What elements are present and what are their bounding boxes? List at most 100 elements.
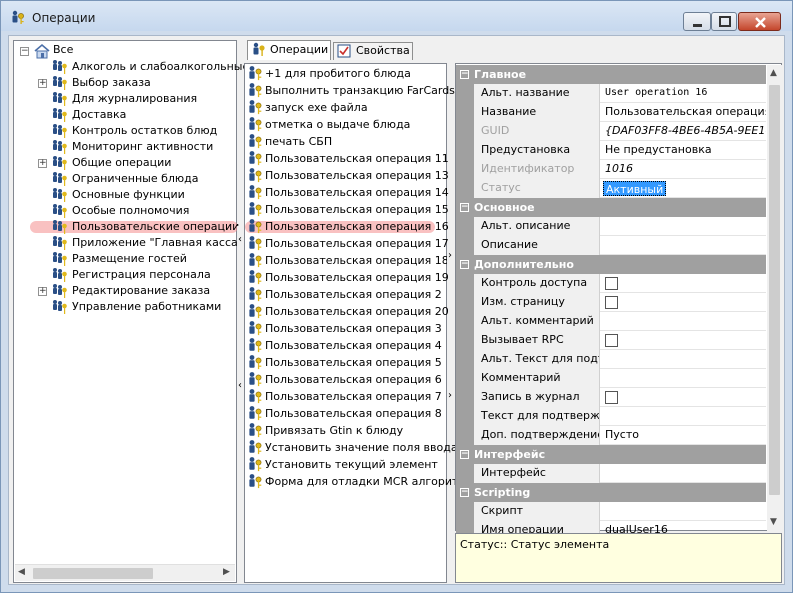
property-value-cell[interactable]: Пользовательская операция 16 [601,103,766,122]
tree-item[interactable]: + Общие операции [14,155,236,171]
category-collapse-icon[interactable]: − [460,70,469,79]
property-value[interactable]: User operation 16 [605,87,707,98]
property-row[interactable]: Текст для подтвержде [456,407,766,426]
property-checkbox[interactable] [605,391,618,404]
property-value[interactable]: Не предустановка [605,143,712,156]
property-checkbox[interactable] [605,296,618,309]
property-row[interactable]: Альт. Текст для подтве [456,350,766,369]
tree-item[interactable]: + Редактирование заказа [14,283,236,299]
property-value-cell[interactable] [601,217,766,236]
property-checkbox[interactable] [605,334,618,347]
property-value-cell[interactable] [601,312,766,331]
operation-item[interactable]: Пользовательская операция 13 [247,167,449,184]
operation-item[interactable]: Пользовательская операция 15 [247,201,449,218]
operation-item[interactable]: Пользовательская операция 18 [247,252,449,269]
operation-item[interactable]: Установить значение поля ввода [247,439,458,456]
property-row[interactable]: Доп. подтверждение Пусто [456,426,766,445]
operation-item[interactable]: Пользовательская операция 3 [247,320,445,337]
property-vertical-scrollbar[interactable]: ▲ ▼ [767,65,782,531]
property-grid[interactable]: − Главное Альт. название User operation 16 Н… [455,63,782,540]
property-value-cell[interactable] [601,407,766,426]
tree-root-label[interactable]: Все [53,43,73,56]
tree-scroll-thumb[interactable] [33,568,153,579]
property-row[interactable]: Комментарий [456,369,766,388]
property-value-cell[interactable] [601,502,766,521]
tree-item[interactable]: Алкоголь и слабоалкогольные [14,59,249,75]
tree-item[interactable]: Особые полномочия [14,203,236,219]
property-scroll-thumb[interactable] [769,85,780,495]
property-value-cell[interactable] [601,274,766,293]
tree-root-collapse[interactable]: − [20,47,29,56]
operation-item[interactable]: Пользовательская операция 6 [247,371,445,388]
property-row[interactable]: Альт. название User operation 16 [456,84,766,103]
operation-item[interactable]: +1 для пробитого блюда [247,65,445,82]
operation-item[interactable]: Пользовательская операция 17 [247,235,449,252]
tree-item[interactable]: Регистрация персонала [14,267,236,283]
property-value-cell[interactable] [601,236,766,255]
property-value-cell[interactable]: Активный [601,179,766,198]
operation-item[interactable]: Пользовательская операция 20 [247,303,449,320]
tree-item[interactable]: Доставка [14,107,236,123]
tab-operations[interactable]: Операции [247,40,331,60]
tree-item[interactable]: Основные функции [14,187,236,203]
operation-item[interactable]: Привязать Gtin к блюду [247,422,445,439]
property-row[interactable]: Скрипт [456,502,766,521]
tree-item[interactable]: Для журналирования [14,91,236,107]
property-checkbox[interactable] [605,277,618,290]
tree-item[interactable]: Приложение "Главная касса" [14,235,243,251]
property-value-cell[interactable]: Пусто [601,426,766,445]
category-collapse-icon[interactable]: − [460,260,469,269]
tree-item[interactable]: Управление работниками [14,299,236,315]
operation-item[interactable]: Пользовательская операция 7 [247,388,445,405]
operations-list[interactable]: +1 для пробитого блюда Выполнить транзакц… [244,63,474,583]
scroll-right-icon[interactable]: ▶ [223,567,230,577]
close-button[interactable] [738,12,781,31]
tree-item[interactable]: Размещение гостей [14,251,236,267]
expand-right-icon[interactable]: › [448,250,452,261]
property-row[interactable]: Интерфейс [456,464,766,483]
operation-item[interactable]: Пользовательская операция 11 [247,150,449,167]
operation-item[interactable]: Выполнить транзакцию FarCards (П, [247,82,474,99]
scroll-down-icon[interactable]: ▼ [770,517,777,527]
tab-properties[interactable]: Свойства [333,42,413,60]
tree-expand-toggle[interactable]: + [38,79,47,88]
property-value-cell[interactable] [601,388,766,407]
property-value[interactable]: Пользовательская операция 16 [605,105,766,118]
operation-item[interactable]: Пользовательская операция 8 [247,405,445,422]
right-splitter-lower[interactable]: › [447,386,455,406]
tree-expand-toggle[interactable]: + [38,287,47,296]
tree-expand-toggle[interactable]: + [38,159,47,168]
title-bar[interactable]: Операции [1,1,792,31]
property-row[interactable]: Альт. описание [456,217,766,236]
category-collapse-icon[interactable]: − [460,203,469,212]
operation-item[interactable]: запуск exe файла [247,99,445,116]
tree-item[interactable]: Ограниченные блюда [14,171,236,187]
operation-item[interactable]: Пользовательская операция 2 [247,286,445,303]
collapse-list-icon[interactable]: ‹ [238,380,242,391]
category-interface[interactable]: − Интерфейс [456,445,766,464]
scroll-up-icon[interactable]: ▲ [770,68,777,78]
property-value-cell[interactable] [601,293,766,312]
property-value-cell[interactable]: User operation 16 [601,84,766,103]
property-row[interactable]: Идентификатор 1016 [456,160,766,179]
status-value-selected[interactable]: Активный [603,181,667,196]
operation-item[interactable]: Пользовательская операция 14 [247,184,449,201]
tree-item[interactable]: Пользовательские операции [14,219,239,235]
property-row[interactable]: Контроль доступа [456,274,766,293]
operation-item[interactable]: Пользовательская операция 5 [247,354,445,371]
property-row[interactable]: Описание [456,236,766,255]
category-tree[interactable]: − Все Алкоголь и слабоалкогольные + Выбор … [13,40,249,583]
property-value-cell[interactable] [601,369,766,388]
operation-item[interactable]: Пользовательская операция 16 [247,218,449,235]
property-value[interactable]: Пусто [605,428,639,441]
category-collapse-icon[interactable]: − [460,488,469,497]
expand-properties-icon[interactable]: › [448,390,452,401]
property-value-cell[interactable]: 1016 [601,160,766,179]
property-row[interactable]: GUID {DAF03FF8-4BE6-4B5A-9EE1-5BL [456,122,766,141]
property-row[interactable]: Название Пользовательская операция 16 [456,103,766,122]
tree-item[interactable]: Контроль остатков блюд [14,123,236,139]
maximize-button[interactable] [711,12,737,31]
tree-item[interactable]: + Выбор заказа [14,75,236,91]
property-row[interactable]: Альт. комментарий [456,312,766,331]
property-value-cell[interactable] [601,464,766,483]
